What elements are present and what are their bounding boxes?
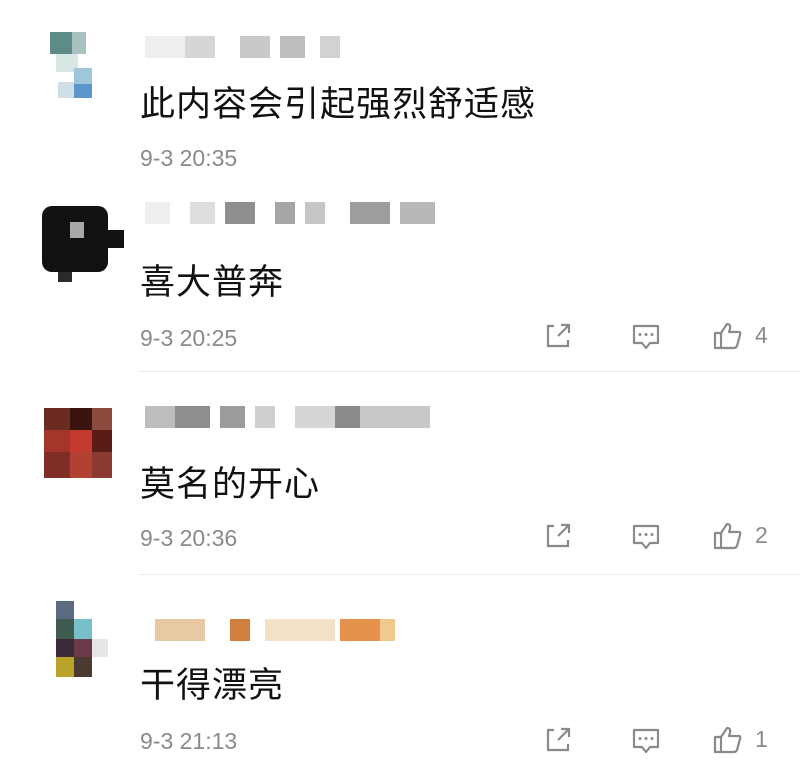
username-blurred[interactable] [145,619,445,641]
share-icon[interactable] [540,722,576,758]
thumbs-up-icon[interactable] [710,318,746,354]
comment-item: 此内容会引起强烈舒适感 9-3 20:35 [0,0,800,190]
username-blurred[interactable] [145,406,445,428]
comment-item: 喜大普奔 9-3 20:25 4 [0,190,800,370]
comment-text: 莫名的开心 [140,465,321,505]
reply-icon[interactable] [628,722,664,758]
comment-time: 9-3 20:36 [140,525,238,551]
comment-text: 此内容会引起强烈舒适感 [140,85,537,125]
comment-actions: 1 [540,722,800,762]
comment-time: 9-3 20:25 [140,325,238,351]
comment-time: 9-3 20:35 [140,145,238,171]
avatar[interactable] [36,601,116,681]
comment-item: 莫名的开心 9-3 20:36 2 [0,372,800,572]
thumbs-up-icon[interactable] [710,518,746,554]
username-blurred[interactable] [145,36,445,58]
comment-actions: 4 [540,318,800,358]
comment-time: 9-3 21:13 [140,728,238,754]
like-count: 1 [755,726,768,752]
share-icon[interactable] [540,518,576,554]
like-count: 4 [755,322,768,348]
comment-text: 喜大普奔 [140,263,285,303]
like-count: 2 [755,522,768,548]
avatar[interactable] [36,22,116,102]
username-blurred[interactable] [145,202,445,224]
thumbs-up-icon[interactable] [710,722,746,758]
comment-item: 干得漂亮 9-3 21:13 1 [0,575,800,765]
reply-icon[interactable] [628,318,664,354]
share-icon[interactable] [540,318,576,354]
avatar[interactable] [36,200,124,282]
reply-icon[interactable] [628,518,664,554]
comment-actions: 2 [540,518,800,558]
avatar[interactable] [36,404,116,484]
comment-text: 干得漂亮 [140,666,285,706]
